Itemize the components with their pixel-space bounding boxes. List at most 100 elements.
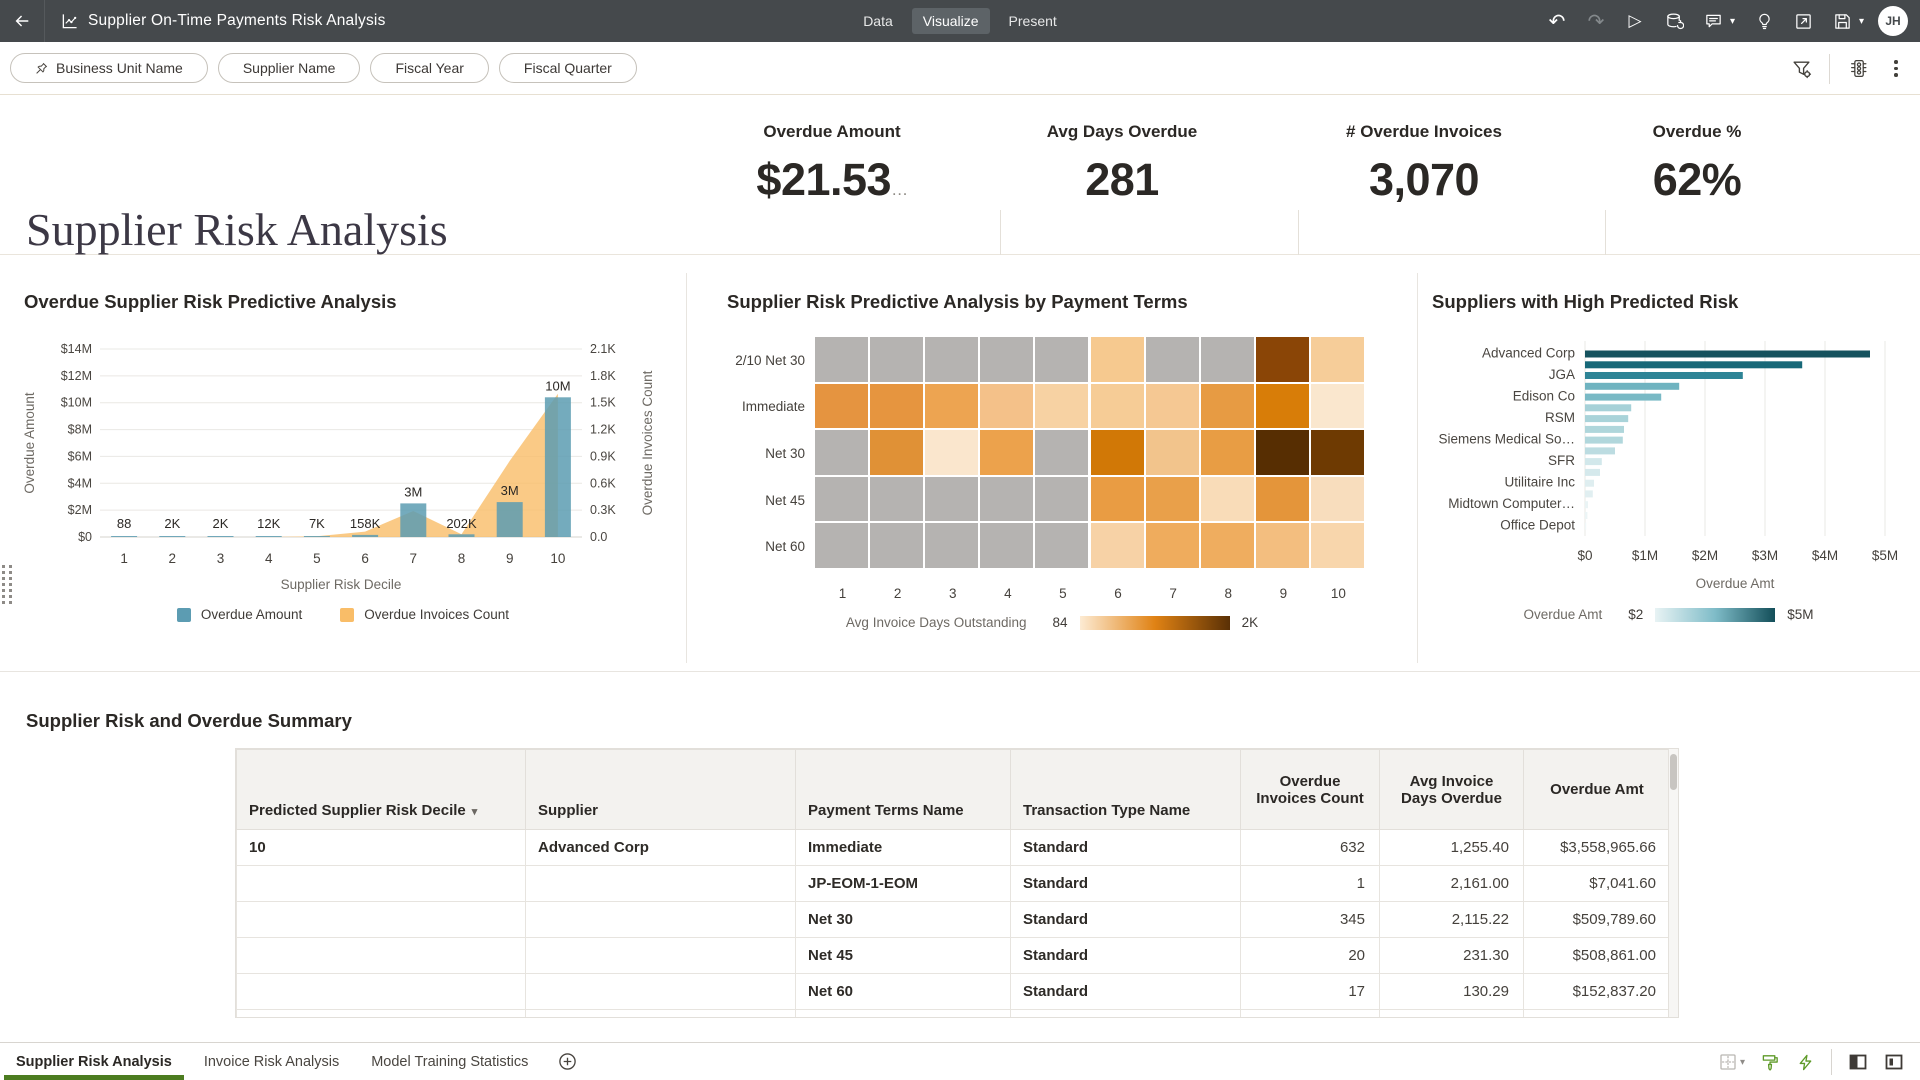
bar[interactable] <box>1585 351 1870 358</box>
topbar-tab-data[interactable]: Data <box>852 8 904 34</box>
save-icon[interactable] <box>1827 6 1857 36</box>
paint-roller-icon[interactable] <box>1761 1053 1780 1072</box>
heatmap-cell[interactable] <box>1035 430 1088 475</box>
bar[interactable] <box>1585 394 1661 401</box>
heatmap-cell[interactable] <box>925 384 978 429</box>
undo-icon[interactable]: ↶ <box>1542 6 1572 36</box>
table-row[interactable]: Net 30Standard3452,115.22$509,789.60 <box>237 902 1671 938</box>
bar[interactable] <box>1585 437 1623 444</box>
heatmap-cell[interactable] <box>980 477 1033 522</box>
heatmap-cell[interactable] <box>1256 430 1309 475</box>
column-header[interactable]: Transaction Type Name <box>1011 750 1241 830</box>
heatmap-cell[interactable] <box>1311 337 1364 382</box>
heatmap-cell[interactable] <box>1256 523 1309 568</box>
filter-pill[interactable]: Business Unit Name <box>10 53 208 83</box>
sort-caret-icon[interactable]: ▾ <box>472 806 478 818</box>
heatmap-cell[interactable] <box>1201 477 1254 522</box>
bar[interactable] <box>545 397 571 537</box>
bar[interactable] <box>1585 372 1743 379</box>
heatmap-cell[interactable] <box>980 430 1033 475</box>
heatmap-cell[interactable] <box>925 523 978 568</box>
column-header[interactable]: Supplier <box>526 750 796 830</box>
bar[interactable] <box>497 502 523 537</box>
area-series[interactable] <box>124 394 558 537</box>
bar[interactable] <box>1585 512 1587 519</box>
bar[interactable] <box>1585 469 1600 476</box>
refresh-data-icon[interactable] <box>1659 6 1689 36</box>
comment-caret-icon[interactable]: ▾ <box>1730 16 1740 27</box>
heatmap-cell[interactable] <box>815 523 868 568</box>
heatmap-cell[interactable] <box>815 430 868 475</box>
bar[interactable] <box>352 535 378 537</box>
caret-down-icon[interactable]: ▾ <box>1740 1057 1745 1068</box>
kpi-tile[interactable]: Avg Days Overdue 281 <box>992 122 1252 206</box>
table-row[interactable]: 10Advanced CorpImmediateStandard6321,255… <box>237 830 1671 866</box>
bar[interactable] <box>111 536 137 537</box>
canvas-tab[interactable]: Model Training Statistics <box>355 1043 544 1080</box>
heatmap-cell[interactable] <box>1311 430 1364 475</box>
heatmap-cell[interactable] <box>1091 523 1144 568</box>
kpi-tile[interactable]: Overdue Amount $21.53… <box>702 122 962 206</box>
redo-icon[interactable]: ↷ <box>1581 6 1611 36</box>
heatmap-cell[interactable] <box>1256 384 1309 429</box>
table-scrollbar[interactable] <box>1668 749 1678 1018</box>
bar[interactable] <box>1585 458 1602 465</box>
bar[interactable] <box>1585 383 1679 390</box>
heatmap-cell[interactable] <box>980 337 1033 382</box>
heatmap-cell[interactable] <box>1256 477 1309 522</box>
menu-kebab-icon[interactable] <box>1886 60 1906 77</box>
filter-pill[interactable]: Fiscal Year <box>370 53 488 83</box>
heatmap-cell[interactable] <box>1091 337 1144 382</box>
bar[interactable] <box>1585 490 1593 497</box>
heatmap-cell[interactable] <box>870 337 923 382</box>
bar[interactable] <box>1585 501 1588 508</box>
table-row[interactable]: JP-EOM-1-EOMStandard12,161.00$7,041.60 <box>237 866 1671 902</box>
heatmap-cell[interactable] <box>1091 477 1144 522</box>
bar[interactable] <box>1585 415 1628 422</box>
add-canvas-button[interactable] <box>558 1052 577 1071</box>
run-icon[interactable]: ▷ <box>1620 6 1650 36</box>
heatmap-cell[interactable] <box>1311 523 1364 568</box>
heatmap-cell[interactable] <box>1035 477 1088 522</box>
heatmap-cell[interactable] <box>1035 337 1088 382</box>
heatmap-cell[interactable] <box>1091 430 1144 475</box>
avatar[interactable]: JH <box>1878 6 1908 36</box>
topbar-tab-present[interactable]: Present <box>998 8 1068 34</box>
insights-icon[interactable] <box>1749 6 1779 36</box>
column-header[interactable]: Overdue Amt <box>1524 750 1671 830</box>
heatmap-cell[interactable] <box>1035 523 1088 568</box>
heatmap-cell[interactable] <box>925 337 978 382</box>
topbar-tab-visualize[interactable]: Visualize <box>912 8 990 34</box>
filter-pill[interactable]: Supplier Name <box>218 53 361 83</box>
heatmap-cell[interactable] <box>1311 477 1364 522</box>
legend-item[interactable]: Overdue Amount <box>177 607 302 622</box>
bar[interactable] <box>208 536 234 537</box>
kpi-tile[interactable]: Overdue % 62% <box>1567 122 1827 206</box>
heatmap-cell[interactable] <box>1146 477 1199 522</box>
auto-refresh-icon[interactable] <box>1796 1053 1815 1072</box>
bar[interactable] <box>256 536 282 537</box>
heatmap-cell[interactable] <box>1201 384 1254 429</box>
panel-toggle-outline-icon[interactable] <box>1884 1052 1904 1072</box>
bar[interactable] <box>1585 447 1615 454</box>
panel-toggle-filled-icon[interactable] <box>1848 1052 1868 1072</box>
heatmap-cell[interactable] <box>870 384 923 429</box>
heatmap-cell[interactable] <box>870 523 923 568</box>
bar[interactable] <box>449 534 475 537</box>
bar[interactable] <box>1585 361 1802 368</box>
filter-pill[interactable]: Fiscal Quarter <box>499 53 637 83</box>
conditional-format-icon[interactable] <box>1844 55 1872 83</box>
table-row[interactable]: Net 60Standard17130.29$152,837.20 <box>237 974 1671 1010</box>
heatmap-cell[interactable] <box>1146 384 1199 429</box>
heatmap-cell[interactable] <box>1035 384 1088 429</box>
column-header[interactable]: Payment Terms Name <box>796 750 1011 830</box>
table-row[interactable]: Net 45Standard20231.30$508,861.00 <box>237 938 1671 974</box>
bar[interactable] <box>400 503 426 537</box>
bar[interactable] <box>1585 426 1624 433</box>
heatmap-cell[interactable] <box>1091 384 1144 429</box>
column-header[interactable]: Predicted Supplier Risk Decile▾ <box>237 750 526 830</box>
heatmap-cell[interactable] <box>870 430 923 475</box>
heatmap-cell[interactable] <box>1201 337 1254 382</box>
heatmap-cell[interactable] <box>980 523 1033 568</box>
heatmap-cell[interactable] <box>815 384 868 429</box>
